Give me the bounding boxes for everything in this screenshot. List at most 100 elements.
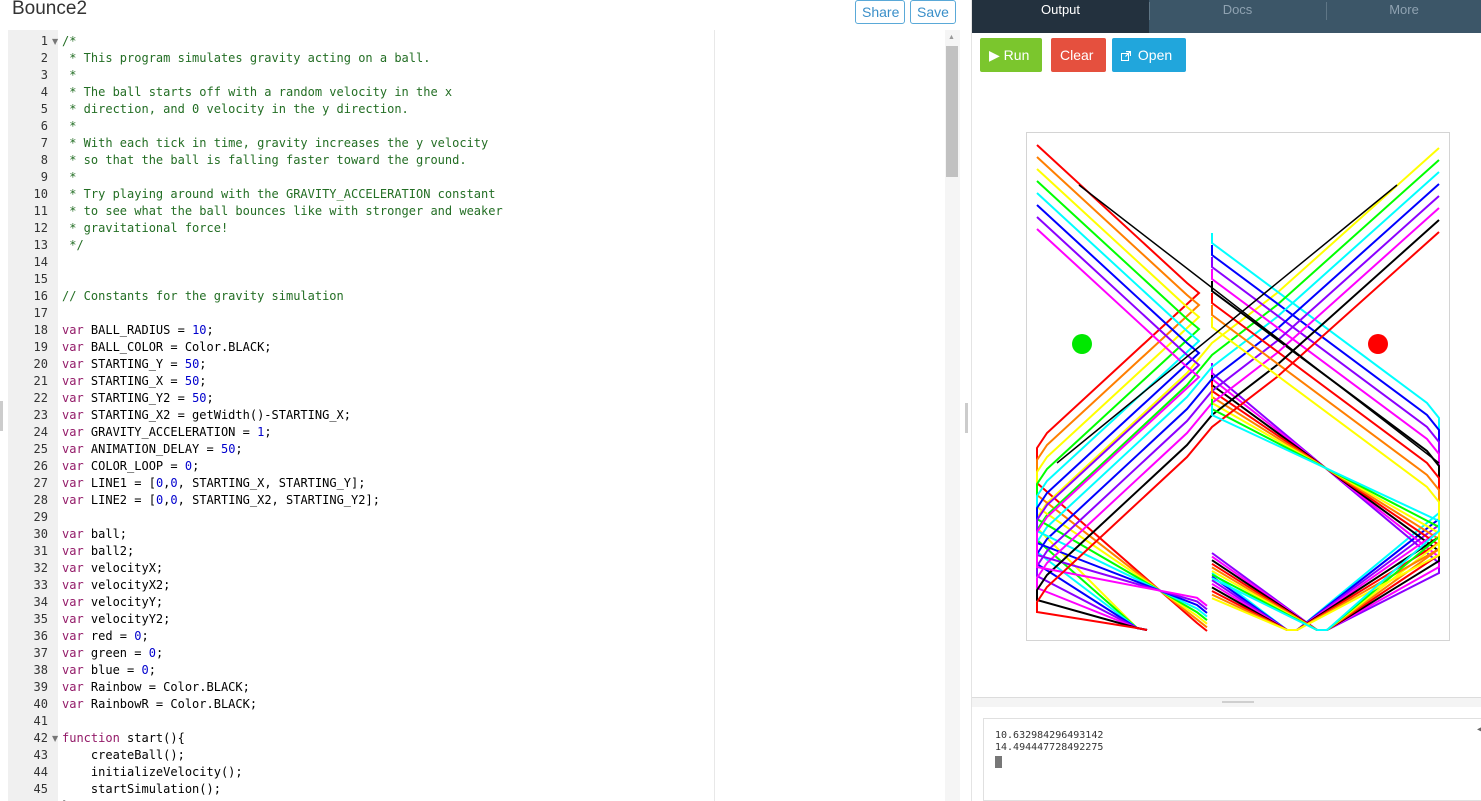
code-line[interactable]: * gravitational force! bbox=[62, 220, 228, 237]
line-number: 10 bbox=[33, 187, 48, 201]
line-number: 16 bbox=[33, 289, 48, 303]
code-line[interactable]: var ball2; bbox=[62, 543, 134, 560]
line-number: 2 bbox=[40, 51, 48, 65]
line-number: 9 bbox=[40, 170, 48, 184]
fold-arrow-icon[interactable]: ▼ bbox=[52, 730, 60, 747]
code-line[interactable]: var velocityX; bbox=[62, 560, 163, 577]
play-icon: ▶ bbox=[989, 47, 1000, 63]
save-button[interactable]: Save bbox=[910, 0, 956, 24]
code-line[interactable]: var STARTING_X = 50; bbox=[62, 373, 207, 390]
code-line[interactable]: var RainbowR = Color.BLACK; bbox=[62, 696, 257, 713]
code-line[interactable]: /* bbox=[62, 33, 76, 50]
code-line[interactable]: function start(){ bbox=[62, 730, 185, 747]
fold-arrow-icon[interactable]: ▼ bbox=[52, 33, 60, 50]
code-line[interactable]: var STARTING_Y = 50; bbox=[62, 356, 207, 373]
line-number: 38 bbox=[33, 663, 48, 677]
console-line: 14.494447728492275 bbox=[995, 742, 1104, 753]
code-line[interactable]: var COLOR_LOOP = 0; bbox=[62, 458, 199, 475]
code-line[interactable]: var green = 0; bbox=[62, 645, 163, 662]
canvas-drawing bbox=[1036, 144, 1440, 632]
line-number: 14 bbox=[33, 255, 48, 269]
line-number-gutter: 1 ▼ 2 3 4 5 6 7 8 9 10 11 12 13 14 15 16 17 18 19 20 21 22 23 24… bbox=[8, 30, 58, 801]
code-line[interactable]: var GRAVITY_ACCELERATION = 1; bbox=[62, 424, 272, 441]
line-number: 7 bbox=[40, 136, 48, 150]
line-number: 25 bbox=[33, 442, 48, 456]
line-number: 12 bbox=[33, 221, 48, 235]
left-resize-handle[interactable] bbox=[0, 401, 3, 431]
code-line[interactable]: */ bbox=[62, 237, 83, 254]
code-line[interactable]: createBall(); bbox=[62, 747, 185, 764]
code-line[interactable]: * to see what the ball bounces like with… bbox=[62, 203, 502, 220]
tab-docs[interactable]: Docs bbox=[1149, 0, 1326, 33]
open-button[interactable]: Open bbox=[1112, 38, 1186, 72]
share-button[interactable]: Share bbox=[855, 0, 905, 24]
line-number: 3 bbox=[40, 68, 48, 82]
line-number: 43 bbox=[33, 748, 48, 762]
line-number: 40 bbox=[33, 697, 48, 711]
line-number: 34 bbox=[33, 595, 48, 609]
code-line[interactable]: * bbox=[62, 67, 76, 84]
console-splitter[interactable] bbox=[972, 697, 1481, 707]
scroll-up-arrow-icon[interactable]: ▲ bbox=[948, 34, 955, 41]
code-line[interactable]: var red = 0; bbox=[62, 628, 149, 645]
panel-resize-handle[interactable] bbox=[965, 403, 968, 433]
line-number: 18 bbox=[33, 323, 48, 337]
code-line[interactable]: var BALL_RADIUS = 10; bbox=[62, 322, 214, 339]
console-output[interactable]: 10.632984296493142 14.494447728492275 bbox=[983, 718, 1481, 801]
line-number: 26 bbox=[33, 459, 48, 473]
tab-more[interactable]: More bbox=[1326, 0, 1481, 33]
line-number: 8 bbox=[40, 153, 48, 167]
code-line[interactable]: * bbox=[62, 169, 76, 186]
code-line[interactable]: var blue = 0; bbox=[62, 662, 156, 679]
line-number: 44 bbox=[33, 765, 48, 779]
graphics-canvas[interactable] bbox=[1026, 132, 1450, 641]
line-number: 13 bbox=[33, 238, 48, 252]
code-line[interactable]: * so that the ball is falling faster tow… bbox=[62, 152, 466, 169]
code-line[interactable]: * The ball starts off with a random velo… bbox=[62, 84, 452, 101]
code-area[interactable]: /* * This program simulates gravity acti… bbox=[62, 30, 952, 801]
code-line[interactable]: var Rainbow = Color.BLACK; bbox=[62, 679, 250, 696]
run-label: Run bbox=[1003, 47, 1030, 63]
code-line[interactable]: var ANIMATION_DELAY = 50; bbox=[62, 441, 243, 458]
red-ball bbox=[1368, 334, 1388, 354]
code-line[interactable]: var LINE1 = [0,0, STARTING_X, STARTING_Y… bbox=[62, 475, 365, 492]
line-number: 37 bbox=[33, 646, 48, 660]
code-line[interactable]: var velocityY; bbox=[62, 594, 163, 611]
code-line[interactable]: var STARTING_X2 = getWidth()-STARTING_X; bbox=[62, 407, 351, 424]
console-cursor bbox=[995, 756, 1002, 768]
code-line[interactable]: var velocityY2; bbox=[62, 611, 170, 628]
code-line[interactable]: * With each tick in time, gravity increa… bbox=[62, 135, 488, 152]
output-panel: Output Docs More ▶ Run Clear Open ◂ 10.6… bbox=[971, 0, 1481, 801]
line-number: 31 bbox=[33, 544, 48, 558]
tab-separator bbox=[1326, 2, 1327, 20]
line-number: 29 bbox=[33, 510, 48, 524]
line-number: 28 bbox=[33, 493, 48, 507]
code-line[interactable]: * direction, and 0 velocity in the y dir… bbox=[62, 101, 409, 118]
line-number: 21 bbox=[33, 374, 48, 388]
line-number: 19 bbox=[33, 340, 48, 354]
code-line[interactable]: initializeVelocity(); bbox=[62, 764, 243, 781]
code-line[interactable]: * bbox=[62, 118, 76, 135]
console-line: 10.632984296493142 bbox=[995, 730, 1104, 741]
line-number: 22 bbox=[33, 391, 48, 405]
code-editor[interactable]: 1 ▼ 2 3 4 5 6 7 8 9 10 11 12 13 14 15 16 17 18 19 20 21 22 23 24… bbox=[8, 30, 960, 801]
code-line[interactable]: startSimulation(); bbox=[62, 781, 221, 798]
panel-divider[interactable] bbox=[962, 0, 971, 801]
code-line[interactable]: * Try playing around with the GRAVITY_AC… bbox=[62, 186, 495, 203]
tab-output[interactable]: Output bbox=[972, 0, 1149, 33]
code-line[interactable]: var ball; bbox=[62, 526, 127, 543]
code-line[interactable]: // Constants for the gravity simulation bbox=[62, 288, 344, 305]
code-line[interactable]: var LINE2 = [0,0, STARTING_X2, STARTING_… bbox=[62, 492, 380, 509]
code-line[interactable]: * This program simulates gravity acting … bbox=[62, 50, 430, 67]
tab-separator bbox=[1149, 2, 1150, 20]
trail-path bbox=[1036, 168, 1208, 625]
scrollbar-thumb[interactable] bbox=[946, 46, 958, 177]
splitter-grip[interactable] bbox=[1222, 701, 1254, 703]
code-line[interactable]: var STARTING_Y2 = 50; bbox=[62, 390, 214, 407]
code-line[interactable]: var BALL_COLOR = Color.BLACK; bbox=[62, 339, 272, 356]
line-number: 41 bbox=[33, 714, 48, 728]
clear-button[interactable]: Clear bbox=[1051, 38, 1106, 72]
print-margin bbox=[714, 30, 715, 801]
run-button[interactable]: ▶ Run bbox=[980, 38, 1042, 72]
code-line[interactable]: var velocityX2; bbox=[62, 577, 170, 594]
